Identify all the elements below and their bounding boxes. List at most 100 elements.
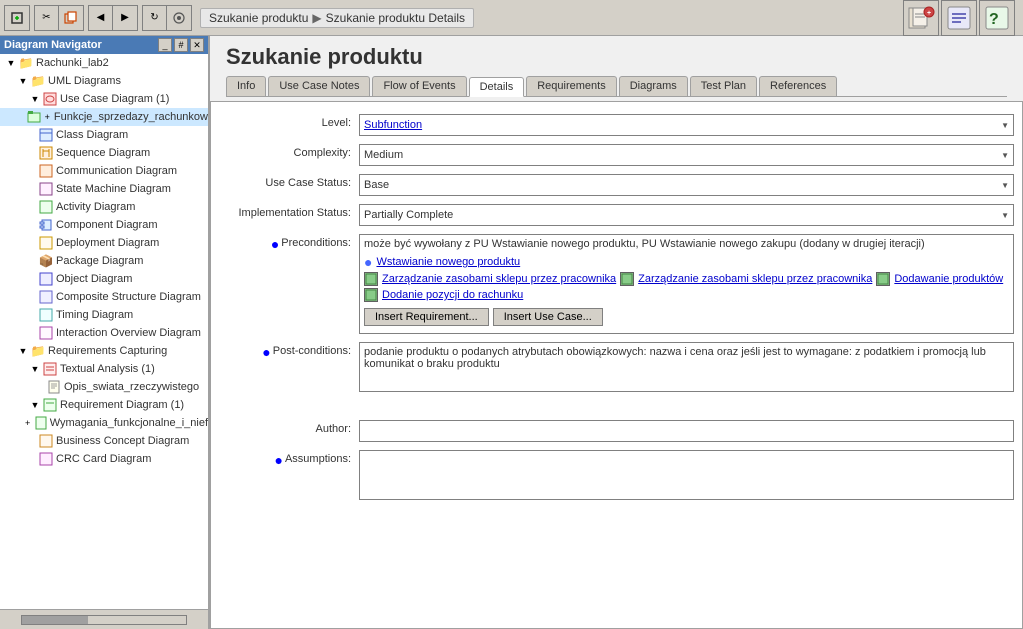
precond-link-2[interactable]: Zarządzanie zasobami sklepu przez pracow… [382, 273, 616, 285]
top-icon-btn-2[interactable] [941, 0, 977, 36]
precond-link-icon-5 [364, 288, 378, 302]
use-case-status-dropdown[interactable]: Base ▼ [359, 174, 1014, 196]
tree-cst-expand[interactable] [28, 290, 38, 304]
tree-timing-label: Timing Diagram [56, 309, 133, 321]
tab-requirements[interactable]: Requirements [526, 76, 616, 96]
sidebar-content[interactable]: ▼ 📁 Rachunki_lab2 ▼ 📁 UML Diagrams ▼ Use… [0, 54, 208, 609]
tree-composite-label: Composite Structure Diagram [56, 291, 201, 303]
complexity-dropdown[interactable]: Medium ▼ [359, 144, 1014, 166]
tree-root[interactable]: ▼ 📁 Rachunki_lab2 [0, 54, 208, 72]
tree-item-class[interactable]: Class Diagram [0, 126, 208, 144]
tree-item-opis[interactable]: Opis_swiata_rzeczywistego [0, 378, 208, 396]
tree-item-business[interactable]: Business Concept Diagram [0, 432, 208, 450]
top-icon-btn-3[interactable]: ? [979, 0, 1015, 36]
usecase-icon [42, 91, 58, 107]
sidebar-close-btn[interactable]: ✕ [190, 38, 204, 52]
sidebar-minimize-btn[interactable]: _ [158, 38, 172, 52]
tab-use-case-notes[interactable]: Use Case Notes [268, 76, 370, 96]
tree-comp-expand[interactable] [28, 218, 38, 232]
breadcrumb-item-2[interactable]: Szukanie produktu Details [326, 11, 465, 25]
preconditions-buttons: Insert Requirement... Insert Use Case... [364, 308, 1009, 326]
tree-item-requirements[interactable]: ▼ 📁 Requirements Capturing [0, 342, 208, 360]
impl-status-dropdown[interactable]: Partially Complete ▼ [359, 204, 1014, 226]
tree-item-timing[interactable]: Timing Diagram [0, 306, 208, 324]
tree-state-expand[interactable] [28, 182, 38, 196]
toolbar-btn-back[interactable]: ◀ [89, 6, 113, 30]
level-dropdown[interactable]: Subfunction ▼ [359, 114, 1014, 136]
tab-diagrams[interactable]: Diagrams [619, 76, 688, 96]
tree-item-state[interactable]: State Machine Diagram [0, 180, 208, 198]
tab-flow-of-events[interactable]: Flow of Events [372, 76, 466, 96]
tree-item-communication[interactable]: Communication Diagram [0, 162, 208, 180]
tree-item-object[interactable]: Object Diagram [0, 270, 208, 288]
postconditions-content[interactable]: podanie produktu o podanych atrybutach o… [359, 342, 1014, 392]
tree-seq-expand[interactable] [28, 146, 38, 160]
assumptions-content[interactable] [359, 450, 1014, 500]
preconditions-text: może być wywołany z PU Wstawianie nowego… [364, 238, 1009, 250]
precond-link-4[interactable]: Dodawanie produktów [894, 273, 1003, 285]
sidebar-dock-btn[interactable]: # [174, 38, 188, 52]
precond-link-5[interactable]: Dodanie pozycji do rachunku [382, 289, 523, 301]
composite-icon [38, 289, 54, 305]
author-row: Author: [211, 416, 1022, 446]
tree-root-expand[interactable]: ▼ [4, 56, 18, 70]
tab-info[interactable]: Info [226, 76, 266, 96]
impl-status-value: Partially Complete [364, 209, 453, 221]
tree-item-wymagania[interactable]: + Wymagania_funkcjonalne_i_nief [0, 414, 208, 432]
tree-item-package[interactable]: 📦 Package Diagram [0, 252, 208, 270]
top-icon-btn-1[interactable]: + [903, 0, 939, 36]
level-control: Subfunction ▼ [359, 114, 1014, 136]
tree-txt-expand[interactable]: ▼ [28, 362, 42, 376]
component-icon [38, 217, 54, 233]
sidebar-title: Diagram Navigator _ # ✕ [0, 36, 208, 54]
content-area: Szukanie produktu Info Use Case Notes Fl… [210, 36, 1023, 629]
tabs: Info Use Case Notes Flow of Events Detai… [226, 76, 1007, 97]
tree-usecase-expand[interactable]: ▼ [28, 92, 42, 106]
tree-bus-expand[interactable] [28, 434, 38, 448]
tree-dep-expand[interactable] [28, 236, 38, 250]
tree-business-label: Business Concept Diagram [56, 435, 189, 447]
tree-item-deployment[interactable]: Deployment Diagram [0, 234, 208, 252]
tab-references[interactable]: References [759, 76, 837, 96]
tree-item-uml[interactable]: ▼ 📁 UML Diagrams [0, 72, 208, 90]
precond-link-1[interactable]: Wstawianie nowego produktu [376, 256, 520, 268]
tree-req-expand[interactable]: ▼ [16, 344, 30, 358]
use-case-status-arrow: ▼ [1001, 181, 1009, 190]
tree-item-usecase[interactable]: ▼ Use Case Diagram (1) [0, 90, 208, 108]
toolbar-btn-cut[interactable]: ✂ [35, 6, 59, 30]
tree-item-activity[interactable]: Activity Diagram [0, 198, 208, 216]
tree-item-composite[interactable]: Composite Structure Diagram [0, 288, 208, 306]
postconditions-label-col: ● Post-conditions: [219, 342, 359, 359]
insert-use-case-btn[interactable]: Insert Use Case... [493, 308, 603, 326]
tree-item-reqdiag[interactable]: ▼ Requirement Diagram (1) [0, 396, 208, 414]
toolbar-btn-refresh[interactable]: ↻ [143, 6, 167, 30]
precond-link-3[interactable]: Zarządzanie zasobami sklepu przez pracow… [638, 273, 872, 285]
tree-component-label: Component Diagram [56, 219, 158, 231]
tab-details[interactable]: Details [469, 77, 525, 97]
tree-comm-expand[interactable] [28, 164, 38, 178]
tree-item-component[interactable]: Component Diagram [0, 216, 208, 234]
tree-timing-expand[interactable] [28, 308, 38, 322]
tree-pkg-expand[interactable] [28, 254, 38, 268]
tree-item-sequence[interactable]: Sequence Diagram [0, 144, 208, 162]
toolbar-btn-options[interactable] [167, 6, 191, 30]
tree-int-expand[interactable] [28, 326, 38, 340]
tree-reqd-expand[interactable]: ▼ [28, 398, 42, 412]
tree-item-crc[interactable]: CRC Card Diagram [0, 450, 208, 468]
toolbar-btn-copy[interactable] [59, 6, 83, 30]
breadcrumb-item-1[interactable]: Szukanie produktu [209, 11, 308, 25]
tree-uml-expand[interactable]: ▼ [16, 74, 30, 88]
toolbar-btn-forward[interactable]: ▶ [113, 6, 137, 30]
tree-obj-expand[interactable] [28, 272, 38, 286]
tree-item-funkcje[interactable]: + Funkcje_sprzedazy_rachunkow [0, 108, 208, 126]
toolbar-btn-1[interactable] [5, 6, 29, 30]
tree-act-expand[interactable] [28, 200, 38, 214]
preconditions-content[interactable]: może być wywołany z PU Wstawianie nowego… [359, 234, 1014, 334]
insert-requirement-btn[interactable]: Insert Requirement... [364, 308, 489, 326]
tree-class-expand[interactable] [28, 128, 38, 142]
tree-item-textual[interactable]: ▼ Textual Analysis (1) [0, 360, 208, 378]
tab-test-plan[interactable]: Test Plan [690, 76, 757, 96]
tree-crc-expand[interactable] [28, 452, 38, 466]
tree-item-interaction[interactable]: Interaction Overview Diagram [0, 324, 208, 342]
author-input[interactable] [359, 420, 1014, 442]
